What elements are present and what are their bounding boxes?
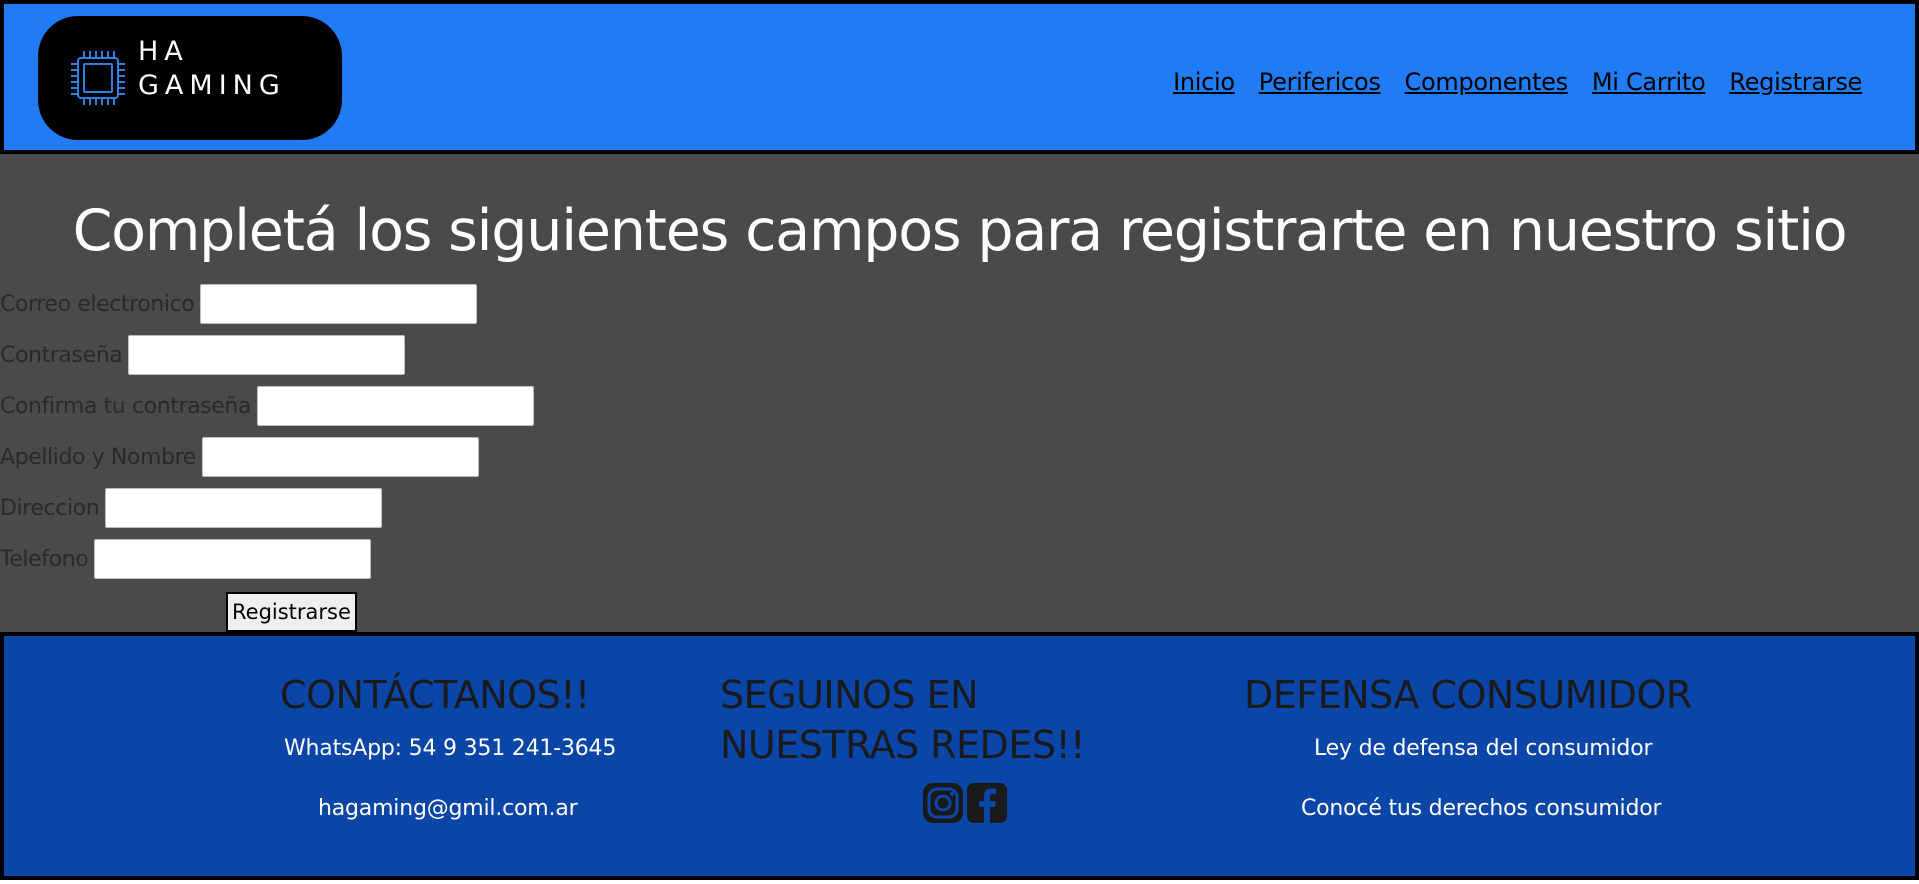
page-title: Completá los siguientes campos para regi… [72,198,1848,264]
phone-label: Telefono [0,546,89,572]
form-row-name: Apellido y Nombre [0,437,479,477]
logo-text-line1: HA [138,36,189,67]
contact-heading: CONTÁCTANOS!! [280,673,590,717]
name-field[interactable] [201,437,479,477]
nav-link-perifericos[interactable]: Perifericos [1259,68,1381,96]
instagram-icon[interactable] [922,782,964,824]
confirm-password-field[interactable] [257,386,535,426]
facebook-icon[interactable] [966,782,1008,824]
address-label: Direccion [0,495,100,521]
name-label: Apellido y Nombre [0,444,196,470]
consumer-law-link[interactable]: Ley de defensa del consumidor [1314,736,1652,761]
nav-link-componentes[interactable]: Componentes [1405,68,1569,96]
whatsapp-text[interactable]: WhatsApp: 54 9 351 241-3645 [284,736,616,761]
consumer-column: DEFENSA CONSUMIDOR [1244,670,1692,720]
confirm-password-label: Confirma tu contraseña [0,393,252,419]
phone-field[interactable] [94,539,372,579]
email-label: Correo electronico [0,291,195,317]
nav-link-inicio[interactable]: Inicio [1173,68,1235,96]
password-field[interactable] [128,335,406,375]
address-field[interactable] [105,488,383,528]
site-header: HA GAMING Inicio Perifericos Componentes… [0,0,1919,154]
logo[interactable]: HA GAMING [38,16,342,140]
consumer-heading: DEFENSA CONSUMIDOR [1244,673,1692,717]
social-heading-line2: NUESTRAS REDES!! [720,723,1085,767]
registration-section: Completá los siguientes campos para regi… [0,154,1919,632]
email-field[interactable] [200,284,478,324]
social-icons [922,782,1008,824]
social-column: SEGUINOS EN NUESTRAS REDES!! [720,670,1085,770]
consumer-rights-link[interactable]: Conocé tus derechos consumidor [1301,796,1662,821]
form-row-password: Contraseña [0,335,406,375]
chip-icon [71,51,125,105]
form-row-email: Correo electronico [0,284,478,324]
main-nav: Inicio Perifericos Componentes Mi Carrit… [1173,68,1862,96]
register-button[interactable]: Registrarse [226,592,357,632]
contact-column: CONTÁCTANOS!! [280,670,590,720]
nav-link-registrarse[interactable]: Registrarse [1729,68,1862,96]
social-heading-line1: SEGUINOS EN [720,673,979,717]
logo-text: HA GAMING [138,38,286,99]
form-row-phone: Telefono [0,539,372,579]
logo-text-line2: GAMING [138,70,286,101]
form-row-confirm-password: Confirma tu contraseña [0,386,535,426]
email-text[interactable]: hagaming@gmil.com.ar [318,796,578,821]
site-footer: CONTÁCTANOS!! WhatsApp: 54 9 351 241-364… [0,632,1919,880]
nav-link-mi-carrito[interactable]: Mi Carrito [1592,68,1706,96]
form-row-address: Direccion [0,488,383,528]
password-label: Contraseña [0,342,123,368]
